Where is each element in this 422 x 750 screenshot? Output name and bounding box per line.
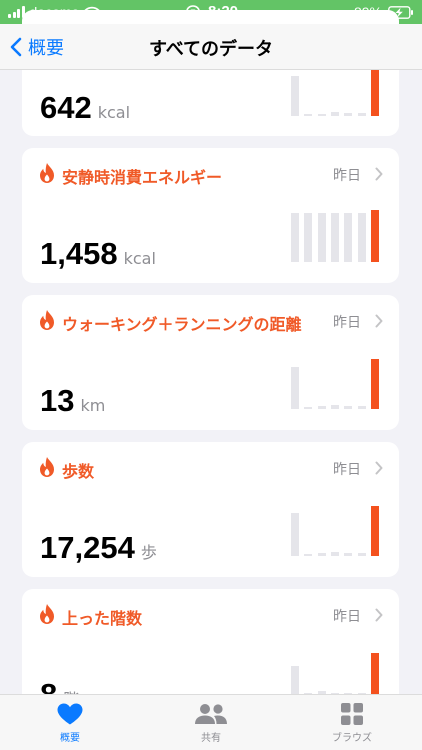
chart-bar — [291, 513, 299, 556]
tab-summary[interactable]: 概要 — [10, 702, 130, 744]
card-header: 上った階数 昨日 — [38, 603, 387, 628]
step-count-card[interactable]: 歩数 昨日 17,254 歩 — [22, 442, 399, 577]
tab-label: ブラウズ — [332, 733, 372, 744]
card-unit: 歩 — [140, 543, 157, 562]
mini-chart — [291, 653, 379, 695]
chart-bar — [304, 554, 313, 556]
card-unit: kcal — [97, 103, 131, 122]
chart-bar — [344, 113, 353, 116]
card-title: 上った階数 — [62, 609, 143, 628]
flame-icon — [40, 310, 54, 330]
flame-icon — [40, 163, 54, 183]
card-title: ウォーキング＋ランニングの距離 — [62, 315, 302, 334]
flame-icon — [40, 604, 54, 624]
resting-energy-card[interactable]: 安静時消費エネルギー 昨日 1,458 kcal — [22, 148, 399, 283]
card-value: 642 — [40, 90, 92, 125]
tab-label: 共有 — [201, 733, 221, 744]
chevron-right-icon — [375, 608, 383, 622]
page-title: すべてのデータ — [148, 39, 274, 60]
tab-browse[interactable]: ブラウズ — [292, 702, 412, 744]
value-row: 1,458 kcal — [40, 236, 156, 272]
card-date: 昨日 — [333, 609, 361, 625]
chart-bar — [331, 405, 339, 409]
card-unit: km — [80, 396, 106, 415]
card-header: 安静時消費エネルギー 昨日 — [38, 162, 387, 187]
mini-chart — [291, 506, 379, 556]
people-icon — [195, 704, 227, 724]
chart-bar-today — [371, 653, 379, 695]
chart-bar — [291, 367, 299, 409]
value-row: 642 kcal — [40, 90, 130, 126]
card-value: 1,458 — [40, 236, 118, 271]
mini-chart — [291, 359, 379, 409]
grid-icon — [341, 703, 363, 725]
chart-bar — [291, 213, 299, 262]
chart-bar — [344, 406, 353, 409]
tab-sharing[interactable]: 共有 — [151, 702, 271, 744]
chart-bar — [344, 213, 353, 262]
chart-bar — [344, 553, 353, 556]
card-unit: kcal — [123, 249, 156, 268]
chart-bar — [291, 76, 299, 116]
chart-bar — [317, 406, 326, 409]
chart-bar — [331, 213, 339, 262]
card-date: 昨日 — [333, 315, 361, 331]
tab-bar: 概要 共有 ブラウズ — [0, 694, 422, 750]
chart-bar — [304, 213, 313, 262]
card-title: 安静時消費エネルギー — [62, 168, 223, 187]
chart-bar — [357, 406, 366, 409]
card-date: 昨日 — [333, 168, 361, 184]
chart-bar — [357, 113, 366, 116]
chart-bar — [317, 114, 326, 116]
heart-icon — [57, 703, 83, 725]
chart-bar-today — [371, 210, 379, 262]
chart-bar — [317, 553, 326, 556]
value-row: 13 km — [40, 383, 105, 419]
chart-bar — [331, 552, 339, 556]
chart-bar-today — [371, 359, 379, 409]
card-title: 歩数 — [62, 462, 95, 481]
card-header: 歩数 昨日 — [38, 456, 387, 481]
card-value: 13 — [40, 383, 75, 418]
chart-bar — [317, 213, 326, 262]
chevron-right-icon — [375, 461, 383, 475]
chart-bar-today — [371, 506, 379, 556]
chart-bar — [291, 666, 299, 695]
card-value: 17,254 — [40, 530, 135, 565]
chart-bar — [357, 553, 366, 556]
screen: docomo 8:20 89% — [0, 0, 422, 750]
chart-bar — [304, 407, 313, 409]
card-header: ウォーキング＋ランニングの距離 昨日 — [38, 309, 387, 334]
chevron-right-icon — [375, 167, 383, 181]
nav-bar: 概要 すべてのデータ — [0, 24, 422, 70]
chevron-right-icon — [375, 314, 383, 328]
chart-bar — [331, 112, 339, 116]
walking-running-distance-card[interactable]: ウォーキング＋ランニングの距離 昨日 13 km — [22, 295, 399, 430]
mini-chart — [291, 210, 379, 262]
chart-bar — [357, 213, 366, 262]
value-row: 17,254 歩 — [40, 530, 157, 566]
tab-label: 概要 — [60, 733, 80, 744]
chart-bar — [304, 114, 313, 116]
flame-icon — [40, 457, 54, 477]
card-date: 昨日 — [333, 462, 361, 478]
